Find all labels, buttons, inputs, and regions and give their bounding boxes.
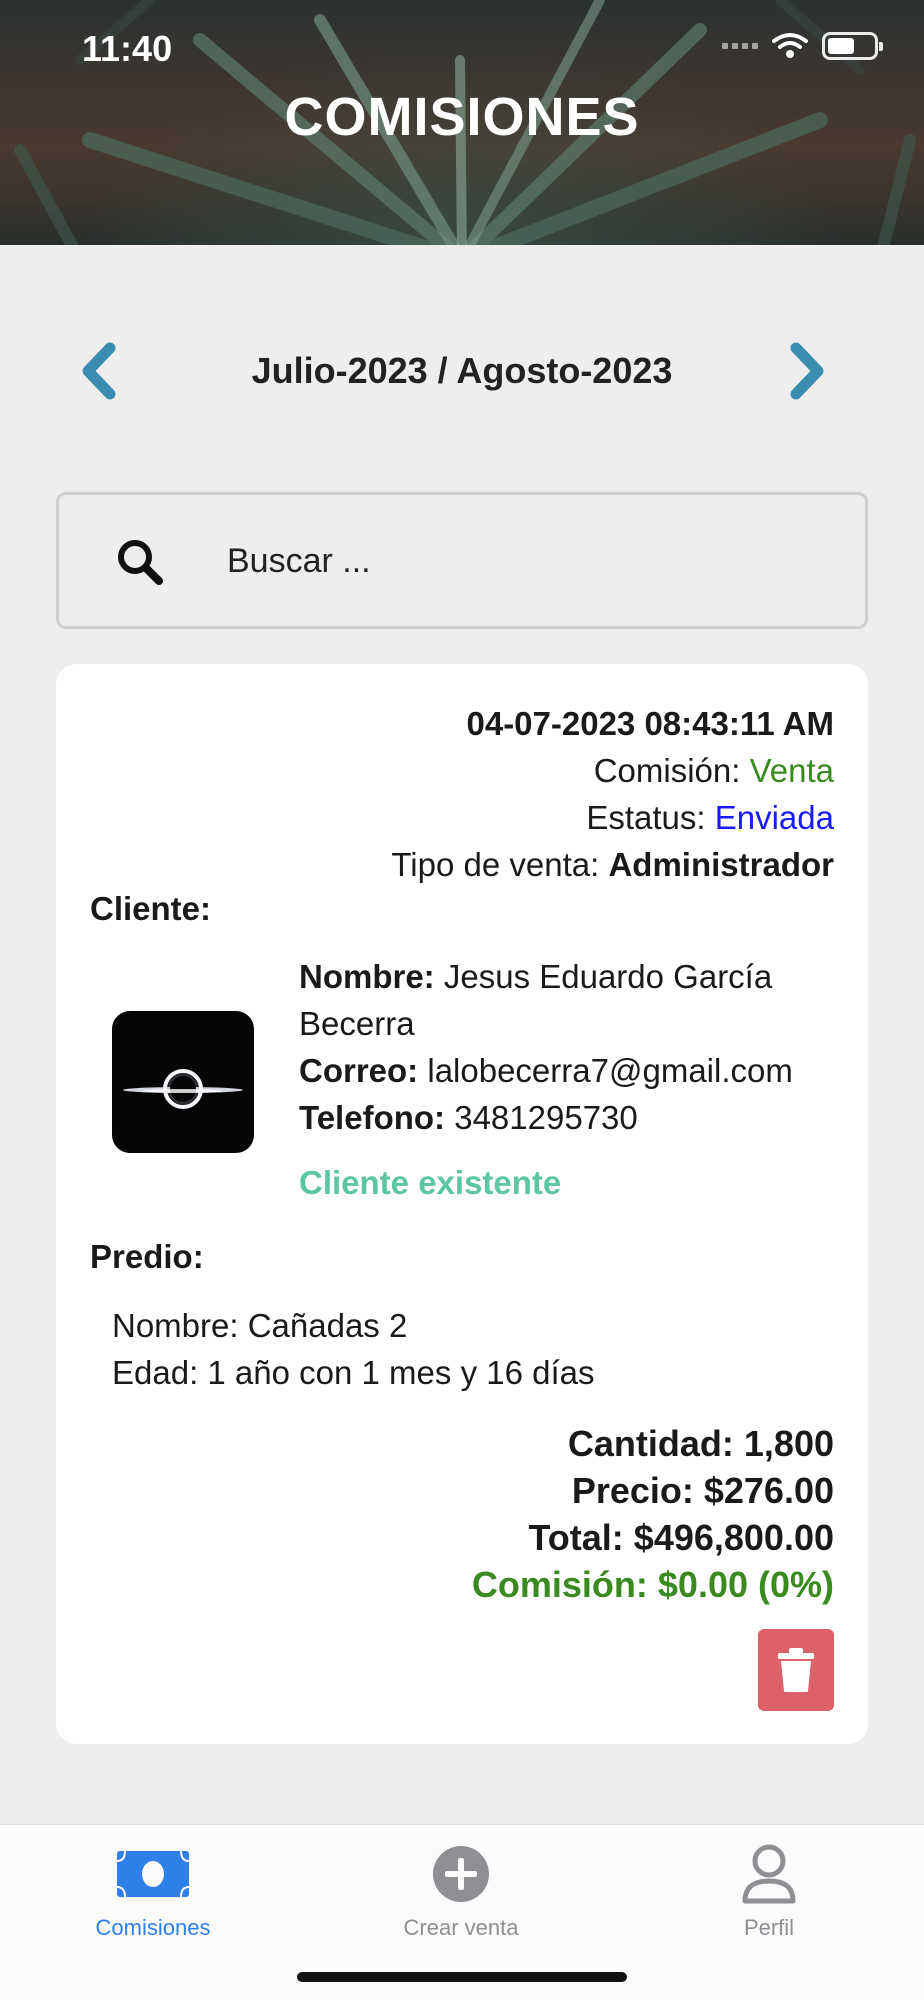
total: Total: $496,800.00 (528, 1517, 834, 1558)
comision-label: Comisión: (593, 752, 741, 789)
page-title: COMISIONES (284, 87, 640, 147)
comision-total: Comisión: $0.00 (0%) (471, 1564, 834, 1605)
sale-summary: 04-07-2023 08:43:11 AM Comisión: Venta E… (391, 700, 834, 888)
predio-info: Nombre: Cañadas 2 Edad: 1 año con 1 mes … (112, 1302, 594, 1396)
sale-card: 04-07-2023 08:43:11 AM Comisión: Venta E… (56, 664, 868, 1744)
predio-age: Edad: 1 año con 1 mes y 16 días (112, 1354, 595, 1391)
sale-totals: Cantidad: 1,800 Precio: $276.00 Total: $… (472, 1420, 834, 1608)
tab-comisiones-label: Comisiones (95, 1915, 211, 1940)
client-email-label: Correo: (299, 1052, 419, 1089)
estatus-value: Enviada (714, 799, 834, 836)
trash-icon (778, 1648, 814, 1692)
cantidad: Cantidad: 1,800 (567, 1423, 834, 1464)
wifi-icon (772, 33, 808, 58)
predio-heading: Predio: (90, 1238, 204, 1275)
tipo-venta-value: Administrador (608, 846, 834, 883)
client-name-label: Nombre: (299, 958, 435, 995)
search-input[interactable] (227, 525, 827, 597)
avatar-image (123, 1067, 243, 1111)
tab-crear-venta-label: Crear venta (403, 1915, 519, 1940)
header: 11:40 COMISIONES (0, 0, 924, 245)
client-phone-label: Telefono: (299, 1099, 446, 1136)
signal-icon (722, 43, 758, 49)
estatus-label: Estatus: (586, 799, 706, 836)
status-icons (722, 32, 883, 60)
estatus-row: Estatus: Enviada (391, 794, 834, 841)
predio-name: Nombre: Cañadas 2 (112, 1307, 408, 1344)
client-name-row: Nombre: Jesus Eduardo García Becerra (299, 953, 839, 1047)
period-navigator: Julio-2023 / Agosto-2023 (0, 330, 924, 410)
client-email-row: Correo: lalobecerra7@gmail.com (299, 1047, 839, 1094)
avatar (112, 1011, 254, 1153)
client-phone-value: 3481295730 (454, 1099, 638, 1136)
home-indicator (297, 1972, 627, 1982)
status-time: 11:40 (82, 28, 173, 69)
search-box (56, 492, 868, 629)
person-icon (742, 1844, 796, 1904)
comision-value: Venta (749, 752, 834, 789)
sale-datetime: 04-07-2023 08:43:11 AM (466, 705, 834, 742)
client-info: Nombre: Jesus Eduardo García Becerra Cor… (299, 953, 839, 1141)
search-icon (118, 540, 163, 585)
comision-row: Comisión: Venta (391, 747, 834, 794)
tab-perfil[interactable]: Perfil (669, 1841, 869, 1941)
client-email-value: lalobecerra7@gmail.com (427, 1052, 793, 1089)
cliente-heading: Cliente: (90, 890, 212, 927)
client-phone-row: Telefono: 3481295730 (299, 1094, 839, 1141)
client-status: Cliente existente (299, 1164, 562, 1201)
tipo-venta-row: Tipo de venta: Administrador (391, 841, 834, 888)
plus-circle-icon (433, 1846, 489, 1902)
chevron-right-icon[interactable] (776, 336, 836, 406)
tab-perfil-label: Perfil (743, 1915, 795, 1940)
tipo-venta-label: Tipo de venta: (391, 846, 600, 883)
tab-crear-venta[interactable]: Crear venta (361, 1841, 561, 1941)
precio: Precio: $276.00 (571, 1470, 834, 1511)
delete-button[interactable] (758, 1629, 834, 1711)
battery-icon (822, 32, 883, 60)
money-icon (117, 1851, 189, 1897)
tab-comisiones[interactable]: Comisiones (53, 1841, 253, 1941)
